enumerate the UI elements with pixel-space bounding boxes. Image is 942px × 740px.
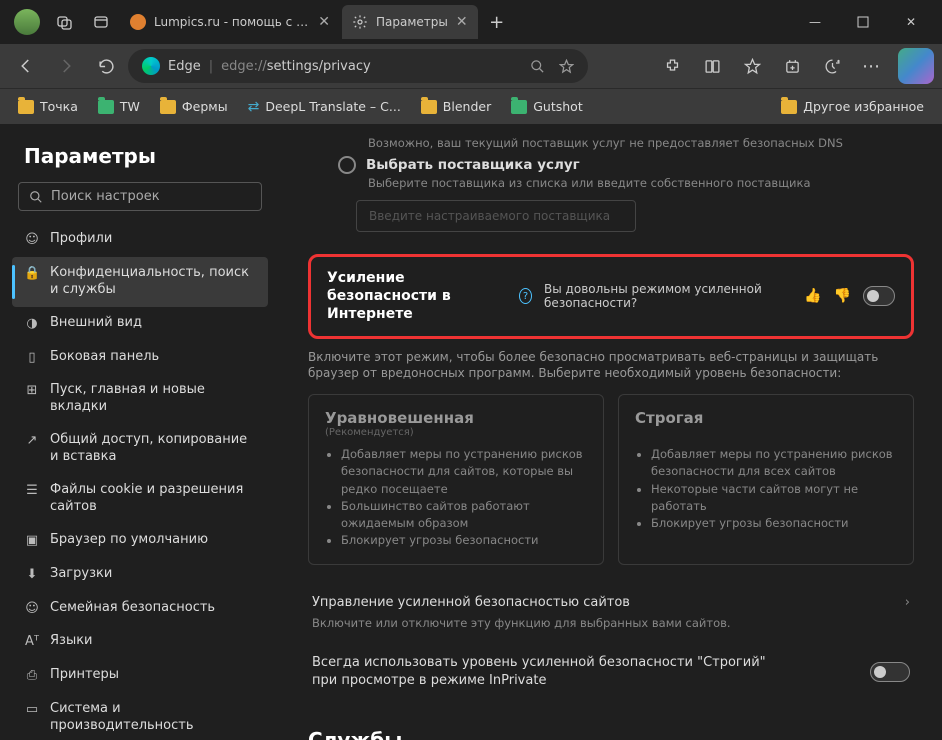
sidebar-item-sidebar[interactable]: ▯Боковая панель <box>12 341 268 375</box>
tab-actions-icon[interactable] <box>84 5 118 39</box>
sidebar-item-share[interactable]: ↗Общий доступ, копирование и вставка <box>12 424 268 474</box>
url-prefix: edge:// <box>221 59 267 74</box>
manage-security-desc: Включите или отключите эту функцию для в… <box>312 616 914 630</box>
sidebar-item-profiles[interactable]: ☺Профили <box>12 223 268 257</box>
enhanced-security-title: Усиление безопасности в Интернете <box>327 269 507 324</box>
close-icon[interactable]: ✕ <box>318 14 330 30</box>
other-bookmarks[interactable]: Другое избранное <box>773 95 932 118</box>
dns-radio-custom[interactable]: Выбрать поставщика услуг <box>338 156 914 174</box>
back-button[interactable] <box>8 48 44 84</box>
close-button[interactable]: ✕ <box>888 2 934 42</box>
copilot-button[interactable] <box>898 48 934 84</box>
sidebar-item-appearance[interactable]: ◑Внешний вид <box>12 307 268 341</box>
tab-lumpics[interactable]: Lumpics.ru - помощь с компьют ✕ <box>120 5 340 39</box>
feedback-question: Вы довольны режимом усиленной безопаснос… <box>544 282 792 310</box>
dns-current-desc: Возможно, ваш текущий поставщик услуг не… <box>368 136 914 150</box>
maximize-button[interactable] <box>840 2 886 42</box>
services-heading: Службы <box>308 728 914 740</box>
security-modes: Уравновешенная (Рекомендуется) Добавляет… <box>308 394 914 565</box>
radio-icon <box>338 156 356 174</box>
extensions-button[interactable] <box>654 48 690 84</box>
settings-content: Возможно, ваш текущий поставщик услуг не… <box>280 124 942 740</box>
profile-avatar[interactable] <box>14 9 40 35</box>
forward-button <box>48 48 84 84</box>
refresh-button[interactable] <box>88 48 124 84</box>
search-icon <box>29 190 43 204</box>
menu-button[interactable]: ⋯ <box>854 48 890 84</box>
sidebar-item-printers[interactable]: ⎙Принтеры <box>12 659 268 693</box>
enhanced-security-toggle[interactable] <box>863 286 895 306</box>
workspaces-icon[interactable] <box>48 5 82 39</box>
brand-label: Edge <box>168 59 201 74</box>
collections-button[interactable] <box>774 48 810 84</box>
address-bar[interactable]: Edge | edge://settings/privacy <box>128 49 588 83</box>
bookmark-item[interactable]: Точка <box>10 95 86 118</box>
search-placeholder: Поиск настроек <box>51 189 160 204</box>
search-icon[interactable] <box>530 59 545 74</box>
sidebar-item-downloads[interactable]: ⬇Загрузки <box>12 558 268 592</box>
performance-button[interactable] <box>814 48 850 84</box>
favorite-icon[interactable] <box>559 59 574 74</box>
mode-strict[interactable]: Строгая Добавляет меры по устранению рис… <box>618 394 914 565</box>
enhanced-security-header: Усиление безопасности в Интернете ? Вы д… <box>308 254 914 339</box>
split-screen-button[interactable] <box>694 48 730 84</box>
info-icon[interactable]: ? <box>519 288 532 304</box>
sidebar-item-system[interactable]: ▭Система и производительность <box>12 693 268 740</box>
edge-logo-icon <box>142 57 160 75</box>
mode-balanced[interactable]: Уравновешенная (Рекомендуется) Добавляет… <box>308 394 604 565</box>
settings-sidebar: Параметры Поиск настроек ☺Профили 🔒Конфи… <box>0 124 280 740</box>
thumbs-up-icon[interactable]: 👍 <box>804 288 821 304</box>
inprivate-strict-toggle[interactable] <box>870 662 910 682</box>
bookmark-item[interactable]: ⇄DeepL Translate – C... <box>240 95 409 119</box>
favorites-button[interactable] <box>734 48 770 84</box>
new-tab-button[interactable]: + <box>480 5 514 39</box>
sidebar-item-start[interactable]: ⊞Пуск, главная и новые вкладки <box>12 374 268 424</box>
tab-settings[interactable]: Параметры ✕ <box>342 5 478 39</box>
bookmark-item[interactable]: TW <box>90 95 148 118</box>
gear-icon <box>352 14 368 30</box>
url-path: settings/privacy <box>267 59 371 74</box>
sidebar-item-privacy[interactable]: 🔒Конфиденциальность, поиск и службы <box>12 257 268 307</box>
tab-label: Параметры <box>376 15 448 29</box>
chevron-right-icon: › <box>905 595 910 610</box>
bookmark-item[interactable]: Gutshot <box>503 95 591 118</box>
enhanced-security-desc: Включите этот режим, чтобы более безопас… <box>308 349 914 383</box>
bookmarks-bar: Точка TW Фермы ⇄DeepL Translate – C... B… <box>0 88 942 124</box>
thumbs-down-icon[interactable]: 👎 <box>834 288 851 304</box>
bookmark-item[interactable]: Фермы <box>152 95 236 118</box>
sidebar-item-cookies[interactable]: ☰Файлы cookie и разрешения сайтов <box>12 474 268 524</box>
dns-provider-input: Введите настраиваемого поставщика <box>356 200 636 232</box>
minimize-button[interactable]: — <box>792 2 838 42</box>
titlebar: Lumpics.ru - помощь с компьют ✕ Параметр… <box>0 0 942 44</box>
bookmark-item[interactable]: Blender <box>413 95 499 118</box>
dns-radio-desc: Выберите поставщика из списка или введит… <box>368 176 914 190</box>
sidebar-title: Параметры <box>24 144 256 168</box>
toolbar: Edge | edge://settings/privacy ⋯ <box>0 44 942 88</box>
close-icon[interactable]: ✕ <box>456 14 468 30</box>
settings-search[interactable]: Поиск настроек <box>18 182 262 211</box>
sidebar-item-family[interactable]: ☺Семейная безопасность <box>12 592 268 626</box>
inprivate-strict-row: Всегда использовать уровень усиленной бе… <box>308 644 914 700</box>
sidebar-item-default[interactable]: ▣Браузер по умолчанию <box>12 524 268 558</box>
tab-label: Lumpics.ru - помощь с компьют <box>154 15 310 29</box>
sidebar-item-languages[interactable]: AᵀЯзыки <box>12 625 268 659</box>
